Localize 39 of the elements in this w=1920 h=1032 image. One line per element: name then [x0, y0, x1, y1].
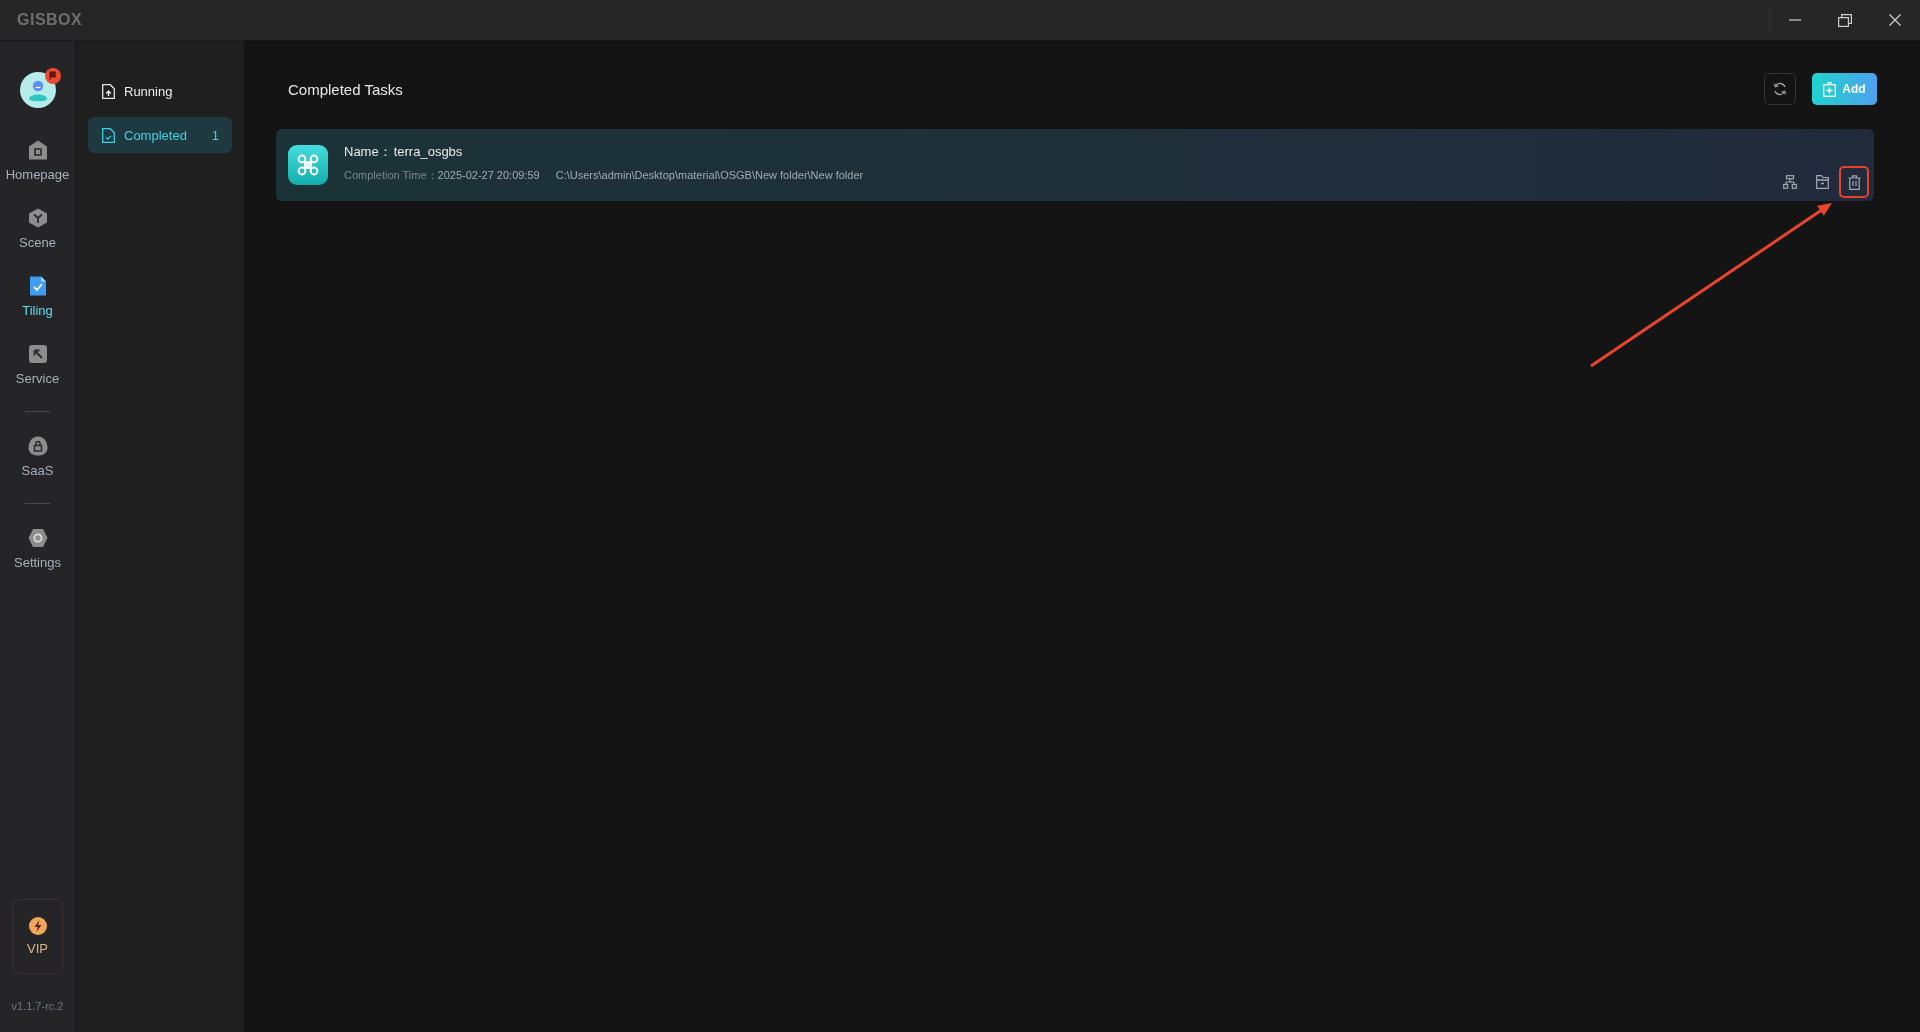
task-filter-item[interactable]: Running	[88, 73, 232, 109]
output-path: C:\Users\admin\Desktop\material\OSGB\New folder\New folder	[555, 168, 864, 182]
sidebar-nav-item[interactable]: Scene	[0, 195, 75, 263]
folder-icon	[1815, 175, 1829, 189]
sidebar-nav-item[interactable]: Settings	[0, 515, 75, 583]
drone-icon	[288, 145, 328, 185]
lock-icon	[27, 436, 48, 456]
file-upload-icon	[102, 83, 115, 99]
sidebar-nav-item[interactable]: Tiling	[0, 263, 75, 331]
sidebar-nav-item[interactable]: Service	[0, 331, 75, 399]
sidebar-nav-item[interactable]: Homepage	[0, 127, 75, 195]
version-label: v1.1.7-rc.2	[11, 999, 64, 1014]
arrow-box-icon	[27, 344, 48, 364]
sidebar-nav-item[interactable]: SaaS	[0, 423, 75, 491]
home-icon	[27, 140, 48, 160]
page-title: Completed Tasks	[288, 80, 403, 98]
cube-icon	[27, 208, 48, 228]
hierarchy-icon	[1783, 175, 1797, 189]
completion-time-label: Completion Time：	[344, 168, 438, 182]
document-check-icon	[27, 276, 48, 296]
refresh-button[interactable]	[1764, 73, 1796, 105]
task-name: terra_osgbs	[393, 144, 463, 160]
minimize-icon	[1789, 19, 1801, 21]
name-label: Name：	[344, 144, 392, 160]
add-file-icon	[1823, 81, 1837, 97]
delete-button[interactable]	[1839, 166, 1869, 198]
file-check-icon	[102, 127, 115, 143]
settings-icon	[27, 528, 48, 548]
vip-button[interactable]: VIP	[12, 899, 63, 974]
refresh-icon	[1773, 82, 1787, 96]
app-logo: GISBOX	[17, 11, 83, 29]
task-filter-item[interactable]: Completed 1	[88, 117, 232, 153]
task-count: 1	[211, 127, 219, 143]
close-icon	[1889, 14, 1901, 26]
trash-icon	[1847, 174, 1861, 190]
avatar-icon[interactable]	[19, 72, 56, 108]
completion-time: 2025-02-27 20:09:59	[437, 168, 540, 182]
lightning-icon	[28, 916, 47, 935]
restore-icon	[1838, 13, 1852, 27]
